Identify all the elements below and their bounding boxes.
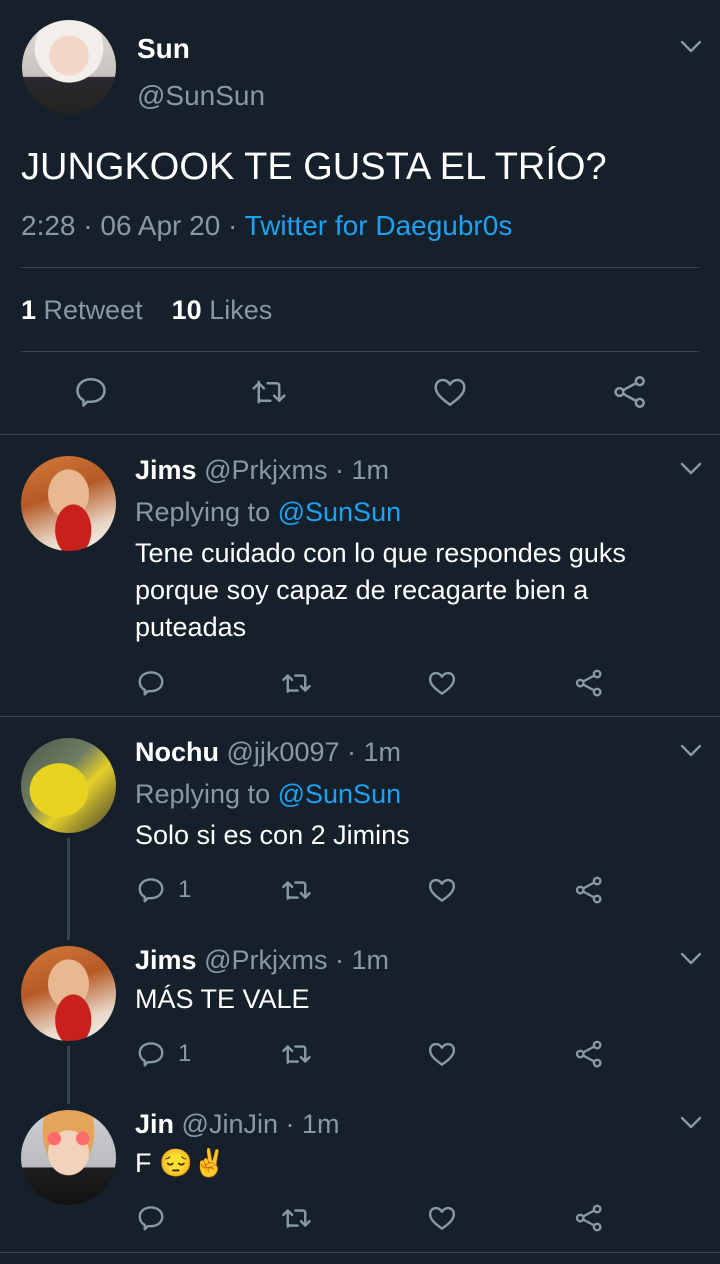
avatar-jin[interactable] xyxy=(21,1110,116,1205)
replying-to-link[interactable]: @SunSun xyxy=(278,779,402,809)
author-handle[interactable]: @SunSun xyxy=(137,80,265,112)
reply-count: 1 xyxy=(178,876,192,903)
reply-author-name[interactable]: Nochu xyxy=(135,737,219,767)
author-name[interactable]: Sun xyxy=(137,33,190,65)
reply-header: Jin @JinJin · 1m xyxy=(135,1109,339,1140)
chevron-down-icon[interactable] xyxy=(680,1116,702,1130)
reply-text: MÁS TE VALE xyxy=(135,984,310,1014)
tweet-source-link[interactable]: Twitter for Daegubr0s xyxy=(245,210,513,241)
retweet-icon[interactable] xyxy=(280,1039,313,1069)
divider xyxy=(0,434,720,435)
tweet-time: 2:28 xyxy=(21,210,76,241)
replying-to-prefix: Replying to xyxy=(135,779,271,809)
heart-icon[interactable] xyxy=(432,374,468,410)
replying-to: Replying to @SunSun xyxy=(135,497,401,528)
reply-meta: @Prkjxms · 1m xyxy=(204,945,389,975)
retweet-icon[interactable] xyxy=(280,1203,313,1233)
replying-to-link[interactable]: @SunSun xyxy=(278,497,402,527)
retweets-count: 1 xyxy=(21,295,37,325)
reply-count: 1 xyxy=(178,1040,192,1067)
thread-line xyxy=(67,838,70,940)
speech-bubble-icon[interactable] xyxy=(136,875,166,905)
reply-header: Jims @Prkjxms · 1m xyxy=(135,455,389,486)
chevron-down-icon[interactable] xyxy=(680,952,702,966)
replying-to: Replying to @SunSun xyxy=(135,779,401,810)
likes-label: Likes xyxy=(209,295,273,325)
speech-bubble-icon[interactable] xyxy=(136,1203,166,1233)
heart-icon[interactable] xyxy=(427,1203,457,1233)
avatar-nochu[interactable] xyxy=(21,738,116,833)
reply-meta: @JinJin · 1m xyxy=(181,1109,340,1139)
divider xyxy=(0,716,720,717)
reply-author-name[interactable]: Jims xyxy=(135,455,197,485)
retweets-label: Retweet xyxy=(43,295,143,325)
speech-bubble-icon[interactable] xyxy=(136,668,166,698)
tweet-meta: 2:28 · 06 Apr 20 · Twitter for Daegubr0s xyxy=(21,210,512,242)
divider xyxy=(21,267,699,268)
avatar-jims[interactable] xyxy=(21,946,116,1041)
avatar-jims[interactable] xyxy=(21,456,116,551)
tweet-date: 06 Apr 20 xyxy=(100,210,221,241)
retweet-icon[interactable] xyxy=(280,668,313,698)
share-icon[interactable] xyxy=(612,374,648,410)
likes-count: 10 xyxy=(171,295,202,325)
share-icon[interactable] xyxy=(574,1203,604,1233)
retweet-icon[interactable] xyxy=(250,374,288,410)
share-icon[interactable] xyxy=(574,1039,604,1069)
reply-text: Tene cuidado con lo que respondes guks p… xyxy=(135,538,626,642)
heart-icon[interactable] xyxy=(427,668,457,698)
speech-bubble-icon[interactable] xyxy=(73,374,109,410)
share-icon[interactable] xyxy=(574,875,604,905)
meta-separator: · xyxy=(228,210,238,241)
tweet-text: JUNGKOOK TE GUSTA EL TRÍO? xyxy=(21,146,607,188)
reply-author-name[interactable]: Jin xyxy=(135,1109,174,1139)
replying-to-prefix: Replying to xyxy=(135,497,271,527)
reply-meta: @jjk0097 · 1m xyxy=(226,737,401,767)
likes-stat[interactable]: 10 Likes xyxy=(172,295,273,325)
meta-separator: · xyxy=(83,210,93,241)
avatar-sun[interactable] xyxy=(22,20,116,114)
reply-author-name[interactable]: Jims xyxy=(135,945,197,975)
share-icon[interactable] xyxy=(574,668,604,698)
speech-bubble-icon[interactable] xyxy=(136,1039,166,1069)
engagement-stats: 1 Retweet 10 Likes xyxy=(21,295,272,326)
chevron-down-icon[interactable] xyxy=(680,744,702,758)
reply-header: Nochu @jjk0097 · 1m xyxy=(135,737,401,768)
retweets-stat[interactable]: 1 Retweet xyxy=(21,295,150,325)
retweet-icon[interactable] xyxy=(280,875,313,905)
heart-icon[interactable] xyxy=(427,1039,457,1069)
reply-meta: @Prkjxms · 1m xyxy=(204,455,389,485)
heart-icon[interactable] xyxy=(427,875,457,905)
thread-line xyxy=(67,1046,70,1104)
divider xyxy=(21,351,699,352)
reply-text: F 😔✌ xyxy=(135,1148,227,1178)
reply-header: Jims @Prkjxms · 1m xyxy=(135,945,389,976)
reply-text: Solo si es con 2 Jimins xyxy=(135,820,410,850)
chevron-down-icon[interactable] xyxy=(680,462,702,476)
divider xyxy=(0,1252,720,1253)
chevron-down-icon[interactable] xyxy=(680,40,702,54)
